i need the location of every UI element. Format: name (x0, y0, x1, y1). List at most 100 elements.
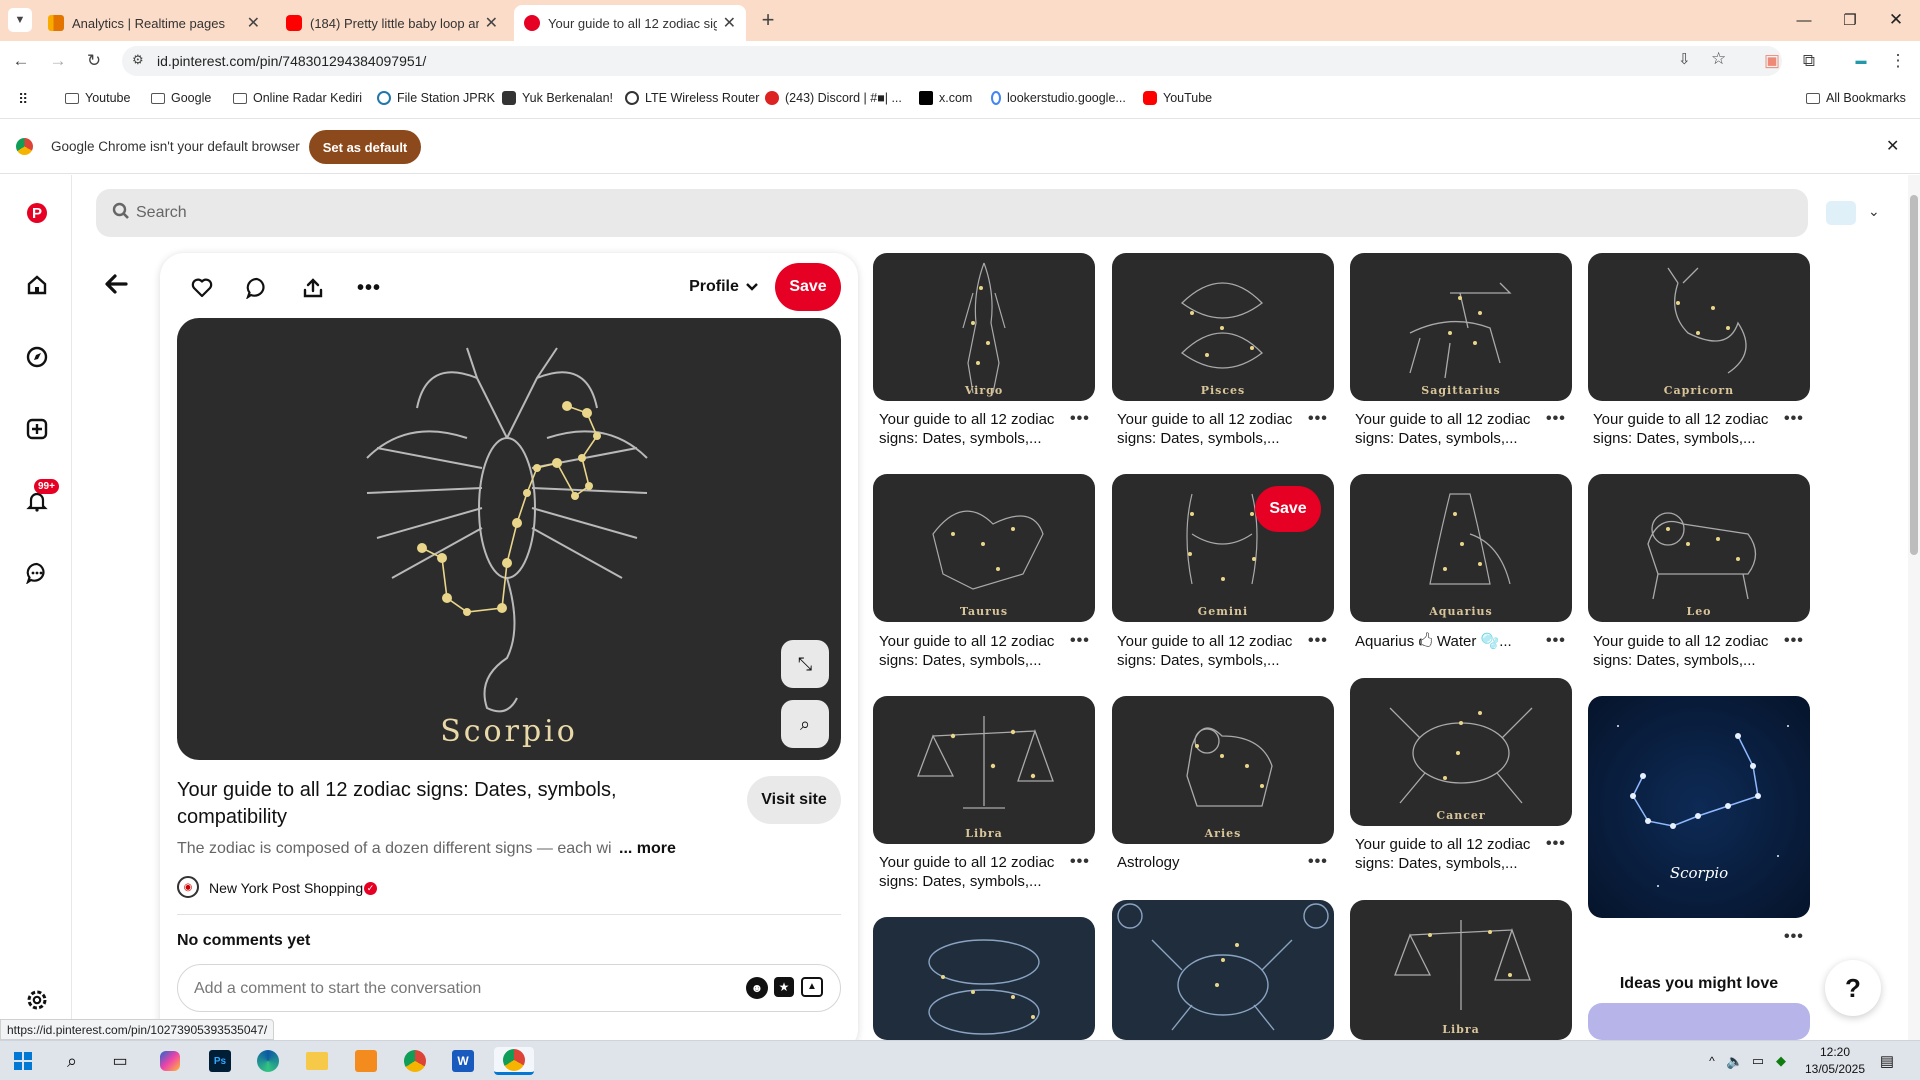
minimize-button[interactable]: — (1781, 0, 1827, 40)
profile-board-select[interactable]: Profile (684, 274, 764, 300)
search-icon[interactable]: ⌕ (57, 1047, 87, 1075)
pin-tile[interactable]: Cancer (1350, 678, 1572, 826)
more-options-icon[interactable]: ••• (1546, 410, 1566, 428)
all-bookmarks[interactable]: All Bookmarks (1806, 91, 1906, 105)
url-text[interactable]: id.pinterest.com/pin/748301294384097951/ (157, 53, 426, 69)
pin-tile[interactable]: Aquarius (1350, 474, 1572, 622)
close-icon[interactable]: ✕ (1886, 136, 1899, 156)
expand-icon[interactable]: ⤡ (781, 640, 829, 688)
forward-icon[interactable]: → (46, 49, 70, 73)
bookmark-item[interactable]: lookerstudio.google... (991, 91, 1126, 105)
pin-tile[interactable]: Scorpio (1588, 696, 1810, 918)
bookmark-item[interactable]: Youtube (65, 91, 130, 105)
create-plus-icon[interactable] (24, 416, 50, 442)
tile-description[interactable]: Your guide to all 12 zodiac signs: Dates… (1355, 835, 1535, 873)
app-icon[interactable] (351, 1047, 381, 1075)
tile-description[interactable]: Your guide to all 12 zodiac signs: Dates… (879, 632, 1059, 670)
new-tab-button[interactable]: + (756, 7, 780, 32)
bookmark-item[interactable]: File Station JPRK (377, 91, 495, 105)
tile-description[interactable]: Your guide to all 12 zodiac signs: Dates… (879, 853, 1059, 891)
more-options-icon[interactable]: ••• (1546, 835, 1566, 853)
tile-description[interactable]: Your guide to all 12 zodiac signs: Dates… (879, 410, 1059, 448)
pin-tile[interactable] (873, 917, 1095, 1040)
word-icon[interactable]: W (448, 1047, 478, 1075)
more-options-icon[interactable]: ••• (1784, 410, 1804, 428)
pin-tile[interactable]: Capricorn (1588, 253, 1810, 401)
react-heart-icon[interactable] (188, 274, 216, 302)
more-options-icon[interactable]: ••• (1070, 410, 1090, 428)
chevron-down-icon[interactable]: ⌄ (1868, 203, 1880, 220)
set-default-button[interactable]: Set as default (309, 130, 421, 164)
account-avatar[interactable] (1826, 201, 1856, 225)
notification-center-icon[interactable]: ▤ (1872, 1047, 1902, 1075)
tile-description[interactable]: Aquarius 🖒 Water 🫧... (1355, 632, 1535, 651)
pin-tile[interactable]: Pisces (1112, 253, 1334, 401)
image-upload-icon[interactable]: ▲ (801, 977, 823, 997)
more-options-icon[interactable]: ••• (1070, 853, 1090, 871)
more-options-icon[interactable]: ••• (1546, 632, 1566, 650)
more-options-icon[interactable]: ••• (1784, 928, 1804, 946)
photoshop-icon[interactable]: Ps (205, 1047, 235, 1075)
visual-search-icon[interactable]: ⌕ (781, 700, 829, 748)
profile-avatar[interactable]: ▬ (1849, 49, 1873, 73)
extension-icon[interactable]: ▣ (1760, 49, 1784, 73)
clock-date[interactable]: 13/05/2025 (1803, 1062, 1867, 1076)
pin-image[interactable]: Scorpio ⤡ ⌕ (177, 318, 841, 760)
edge-icon[interactable] (253, 1047, 283, 1075)
tile-description[interactable]: Your guide to all 12 zodiac signs: Dates… (1593, 410, 1773, 448)
file-explorer-icon[interactable] (302, 1047, 332, 1075)
bookmark-item[interactable]: Google (151, 91, 211, 105)
tile-description[interactable]: Your guide to all 12 zodiac signs: Dates… (1593, 632, 1773, 670)
notifications-bell-icon[interactable]: 99+ (24, 479, 59, 514)
pin-tile[interactable]: Leo (1588, 474, 1810, 622)
comment-bubble-icon[interactable] (243, 274, 271, 302)
more-options-icon[interactable]: ••• (1308, 410, 1328, 428)
extensions-puzzle-icon[interactable]: ⧉ (1797, 49, 1821, 73)
explore-compass-icon[interactable] (24, 344, 50, 370)
more-options-icon[interactable]: ••• (1070, 632, 1090, 650)
copilot-icon[interactable] (155, 1047, 185, 1075)
close-icon[interactable]: ✕ (247, 13, 260, 33)
emoji-icon[interactable]: ☻ (746, 977, 768, 999)
tile-description[interactable]: Your guide to all 12 zodiac signs: Dates… (1117, 410, 1297, 448)
search-input[interactable]: Search (136, 204, 187, 222)
windows-start-icon[interactable] (8, 1047, 38, 1075)
search-bar[interactable]: Search (96, 189, 1808, 237)
task-view-icon[interactable]: ▭ (105, 1047, 135, 1075)
pin-tile[interactable]: Aries (1112, 696, 1334, 844)
install-icon[interactable]: ⇩ (1678, 50, 1691, 68)
security-shield-icon[interactable]: ◆ (1766, 1047, 1796, 1075)
more-options-icon[interactable]: ••• (1308, 632, 1328, 650)
bookmark-item[interactable]: LTE Wireless Router (625, 91, 759, 105)
tab-pinterest[interactable]: Your guide to all 12 zodiac sign ✕ (514, 5, 746, 41)
visit-site-button[interactable]: Visit site (747, 776, 841, 824)
pin-tile[interactable] (1112, 900, 1334, 1040)
tab-analytics[interactable]: Analytics | Realtime pages ✕ (38, 5, 270, 41)
more-options-icon[interactable]: ••• (1308, 853, 1328, 871)
sticker-icon[interactable]: ★ (774, 977, 794, 997)
tab-youtube[interactable]: (184) Pretty little baby loop aro ✕ (276, 5, 508, 41)
close-window-button[interactable]: ✕ (1873, 0, 1919, 40)
more-options-icon[interactable]: ••• (355, 274, 383, 302)
bookmark-item[interactable]: x.com (919, 91, 972, 105)
reload-icon[interactable]: ↻ (82, 49, 106, 73)
menu-kebab-icon[interactable]: ⋮ (1886, 49, 1910, 73)
home-icon[interactable] (24, 272, 50, 298)
back-arrow-icon[interactable] (102, 270, 130, 303)
back-icon[interactable]: ← (9, 49, 33, 73)
chrome-active-icon[interactable] (494, 1047, 534, 1075)
site-info-icon[interactable]: ⚙ (132, 52, 150, 70)
messages-icon[interactable] (24, 560, 50, 586)
save-button[interactable]: Save (775, 263, 841, 311)
pin-tile[interactable]: Sagittarius (1350, 253, 1572, 401)
tile-description[interactable]: Astrology (1117, 853, 1297, 872)
tab-search-button[interactable]: ▼ (8, 8, 32, 32)
source-avatar[interactable]: ◉ (177, 876, 199, 898)
chrome-icon[interactable] (400, 1047, 430, 1075)
page-scrollbar[interactable] (1908, 175, 1920, 1040)
pinterest-logo-icon[interactable]: P (24, 200, 50, 226)
pin-tile[interactable]: Libra (1350, 900, 1572, 1040)
pin-tile[interactable] (1588, 1003, 1810, 1040)
more-link[interactable]: ... more (617, 840, 676, 858)
pin-tile[interactable]: Virgo (873, 253, 1095, 401)
